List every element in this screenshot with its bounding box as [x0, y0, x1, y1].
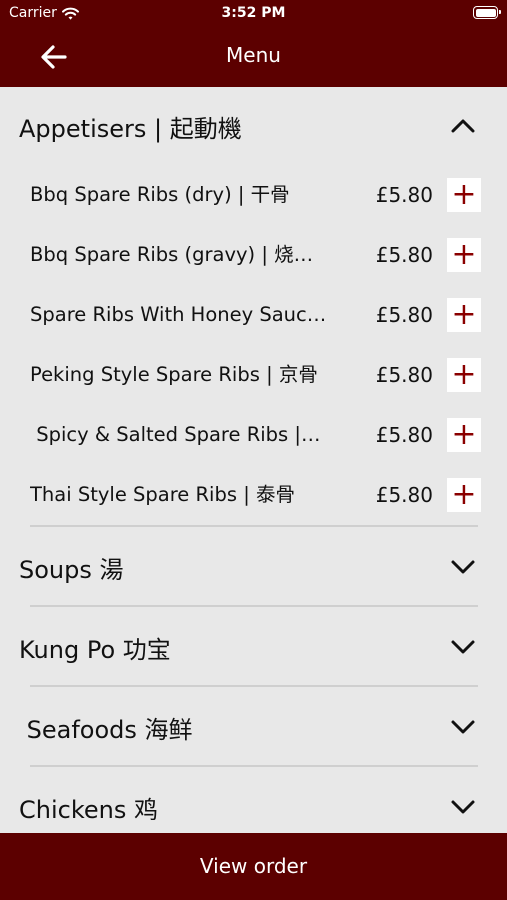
chevron-up-icon[interactable] [450, 118, 476, 134]
appetisers-items: Bbq Spare Ribs (dry) | 干骨 £5.80 + Bbq Sp… [0, 165, 507, 527]
item-name: Bbq Spare Ribs (gravy) | 烧… [30, 243, 314, 266]
item-price: £5.80 [375, 183, 433, 207]
section-header-kung-po[interactable]: Kung Po 功宝 [0, 607, 507, 687]
nav-bar: Menu [0, 28, 507, 87]
battery-icon [473, 6, 501, 19]
plus-icon: + [451, 177, 477, 212]
list-item[interactable]: Spare Ribs With Honey Sauc… £5.80 + [0, 285, 507, 345]
list-item[interactable]: Bbq Spare Ribs (gravy) | 烧… £5.80 + [0, 225, 507, 285]
section-title: Seafoods 海鲜 [19, 715, 193, 744]
item-name: Thai Style Spare Ribs | 泰骨 [30, 483, 295, 506]
add-item-button[interactable]: + [447, 298, 481, 332]
item-price: £5.80 [375, 303, 433, 327]
section-header-seafoods[interactable]: Seafoods 海鲜 [0, 687, 507, 767]
section-title: Soups 湯 [19, 555, 124, 584]
chevron-down-icon[interactable] [450, 799, 476, 815]
menu-list[interactable]: Appetisers | 起動機 Bbq Spare Ribs (dry) | … [0, 87, 507, 833]
section-header-soups[interactable]: Soups 湯 [0, 527, 507, 607]
plus-icon: + [451, 297, 477, 332]
status-time: 3:52 PM [221, 5, 286, 21]
list-item[interactable]: Spicy & Salted Spare Ribs |… £5.80 + [0, 405, 507, 465]
section-title: Kung Po 功宝 [19, 635, 171, 664]
item-price: £5.80 [375, 363, 433, 387]
status-bar: Carrier 3:52 PM [0, 0, 507, 28]
plus-icon: + [451, 477, 477, 512]
section-title: Chickens 鸡 [19, 795, 158, 824]
item-price: £5.80 [375, 423, 433, 447]
item-price: £5.80 [375, 483, 433, 507]
section-title: Appetisers | 起動機 [19, 114, 242, 143]
plus-icon: + [451, 417, 477, 452]
item-price: £5.80 [375, 243, 433, 267]
list-item[interactable]: Peking Style Spare Ribs | 京骨 £5.80 + [0, 345, 507, 405]
add-item-button[interactable]: + [447, 238, 481, 272]
add-item-button[interactable]: + [447, 178, 481, 212]
view-order-label: View order [199, 854, 308, 878]
add-item-button[interactable]: + [447, 418, 481, 452]
chevron-down-icon[interactable] [450, 639, 476, 655]
chevron-down-icon[interactable] [450, 719, 476, 735]
add-item-button[interactable]: + [447, 478, 481, 512]
section-header-chickens[interactable]: Chickens 鸡 [0, 767, 507, 833]
item-name: Spicy & Salted Spare Ribs |… [30, 423, 321, 446]
section-header-appetisers[interactable]: Appetisers | 起動機 [0, 87, 507, 165]
plus-icon: + [451, 357, 477, 392]
list-item[interactable]: Thai Style Spare Ribs | 泰骨 £5.80 + [0, 465, 507, 525]
chevron-down-icon[interactable] [450, 559, 476, 575]
add-item-button[interactable]: + [447, 358, 481, 392]
item-name: Spare Ribs With Honey Sauc… [30, 303, 327, 326]
item-name: Bbq Spare Ribs (dry) | 干骨 [30, 183, 290, 206]
view-order-button[interactable]: View order [0, 833, 507, 900]
item-name: Peking Style Spare Ribs | 京骨 [30, 363, 318, 386]
page-title: Menu [226, 43, 281, 67]
top-bar: Carrier 3:52 PM Menu [0, 0, 507, 87]
plus-icon: + [451, 237, 477, 272]
list-item[interactable]: Bbq Spare Ribs (dry) | 干骨 £5.80 + [0, 165, 507, 225]
